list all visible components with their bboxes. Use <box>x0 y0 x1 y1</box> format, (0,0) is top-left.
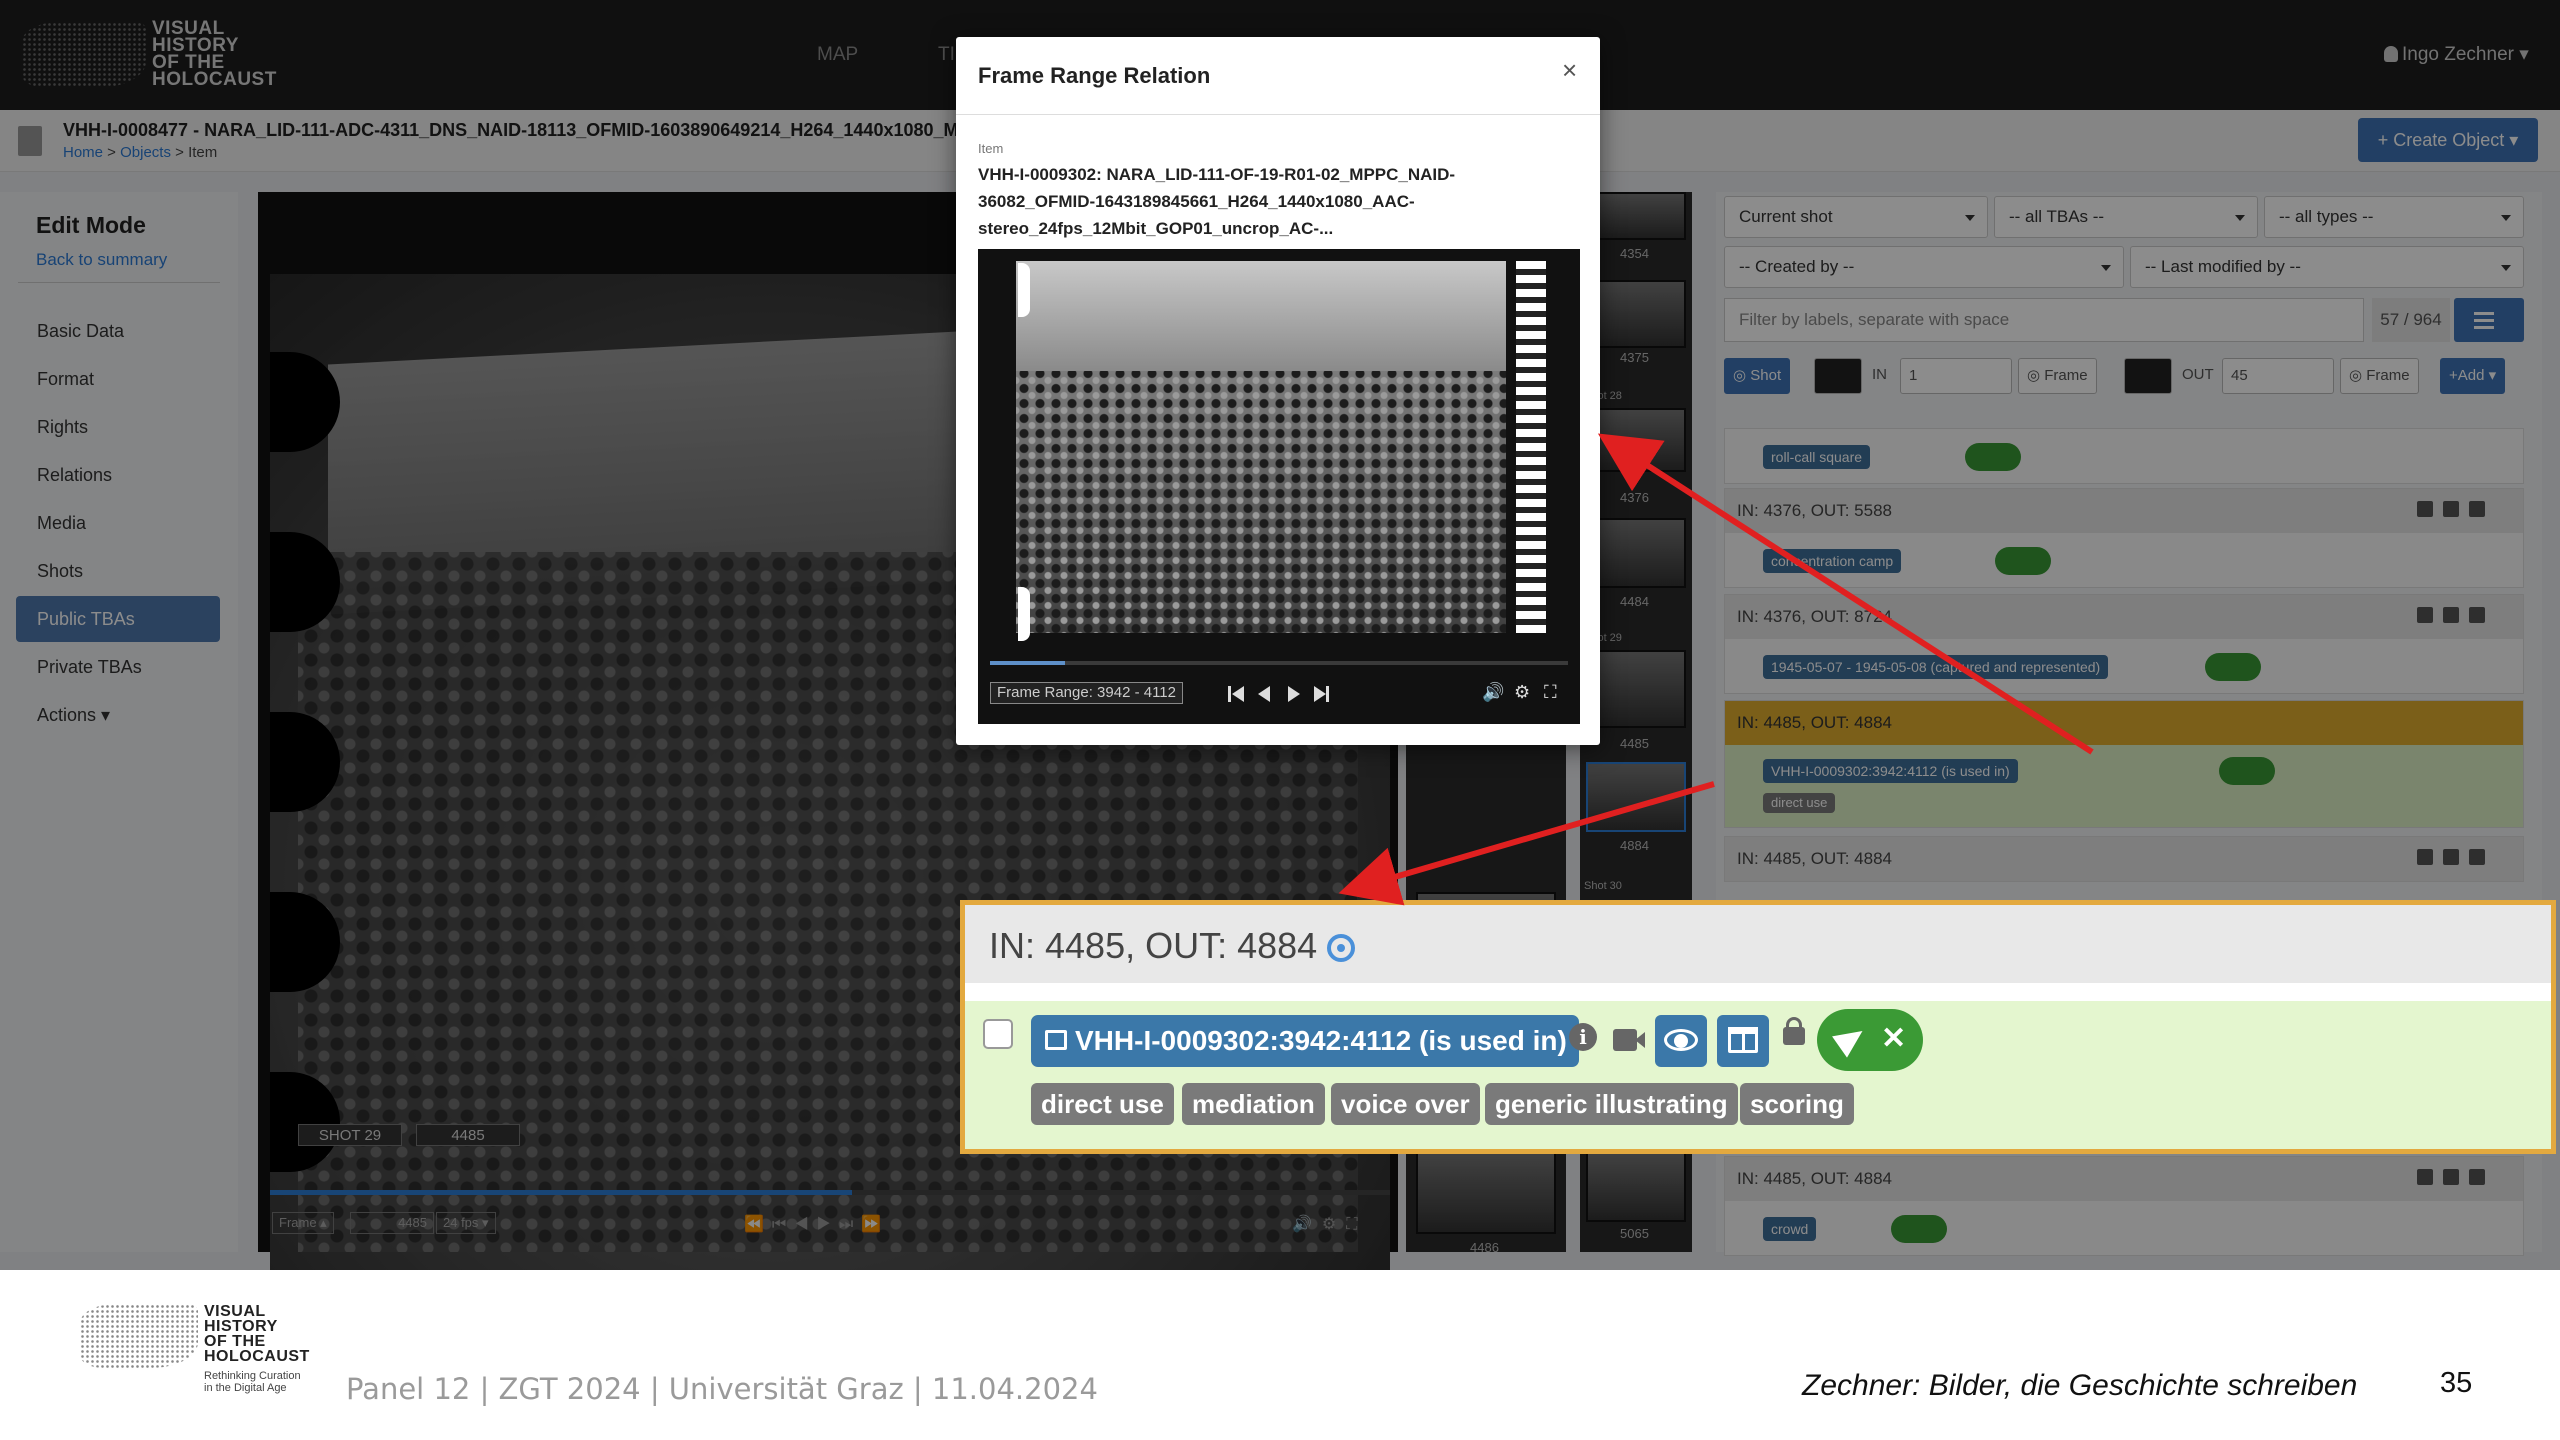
footer-title: Zechner: Bilder, die Geschichte schreibe… <box>1802 1369 2358 1402</box>
footer-logo: VISUAL HISTORY OF THE HOLOCAUST Rethinki… <box>80 1298 330 1398</box>
footer-logo-text: VISUAL HISTORY OF THE HOLOCAUST <box>204 1303 310 1365</box>
annotation-arrows <box>1338 433 2094 906</box>
logo-mark <box>80 1304 198 1368</box>
arrow-to-callout <box>1338 781 1715 906</box>
slide: VISUAL HISTORY OF THE HOLOCAUST MAP TI I… <box>0 0 2560 1440</box>
arrow-to-modal <box>1597 433 2094 755</box>
page-number: 35 <box>2440 1367 2473 1399</box>
footer-caption: Panel 12 | ZGT 2024 | Universität Graz |… <box>346 1372 1098 1406</box>
footer-logo-tagline: Rethinking Curation in the Digital Age <box>204 1370 301 1394</box>
